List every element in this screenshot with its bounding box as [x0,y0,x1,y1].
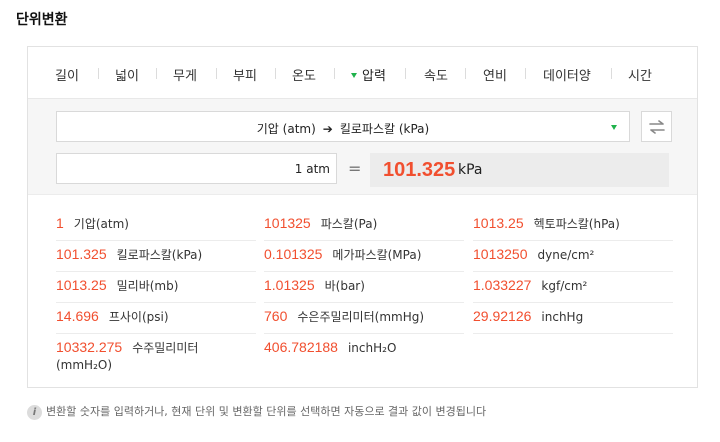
result-number: 1013.25 [56,277,107,293]
tab-time[interactable]: 시간 [628,65,652,84]
result-number: 760 [264,308,288,324]
result-number: 406.782188 [264,339,338,355]
result-unit-name: 바(bar) [324,279,365,293]
result-unit-name: 파스칼(Pa) [320,217,378,231]
tab-divider [525,68,526,79]
result-item: 10332.275 수주밀리미터 (mmH₂O) [56,339,198,372]
result-unit-name: 킬로파스칼(kPa) [116,248,203,262]
tab-divider [405,68,406,79]
result-unit: kPa [458,162,483,178]
result-unit-name: 메가파스칼(MPa) [332,248,422,262]
tab-divider [98,68,99,79]
swap-units-button[interactable] [641,111,672,142]
row-divider [264,333,464,334]
result-number: 1013250 [473,246,528,262]
row-divider [264,240,464,241]
result-unit-name: inchH₂O [347,341,397,355]
result-number: 1.033227 [473,277,532,293]
help-note-text: 변환할 숫자를 입력하거나, 현재 단위 및 변환할 단위를 선택하면 자동으로… [46,405,487,418]
page-title: 단위변환 [16,12,68,28]
tab-divider [611,68,612,79]
tab-pressure-label: 압력 [362,69,386,84]
result-item: 1 기압(atm) [56,215,129,232]
result-unit-name: 기압(atm) [73,217,129,231]
value-input[interactable]: 1 atm [56,153,337,184]
result-number: 29.92126 [473,308,532,324]
result-number: 10332.275 [56,339,123,355]
result-value: 101.325 [383,159,456,181]
row-divider [264,302,464,303]
tab-length[interactable]: 길이 [55,65,79,84]
row-divider [56,240,256,241]
conversion-panel: 기압 (atm) ➔ 킬로파스칼 (kPa) 1 atm = 101.325 kPa [28,99,697,195]
result-unit-name: 수주밀리미터 [132,341,199,355]
info-icon: i [27,405,42,420]
tab-divider [334,68,335,79]
unit-converter: 길이 넓이 무게 부피 온도 압력 속도 연비 데이터양 시간 기압 (atm)… [27,46,698,388]
result-item: 0.101325 메가파스칼(MPa) [264,246,421,263]
result-number: 1 [56,215,64,231]
result-number: 1013.25 [473,215,524,231]
tab-divider [216,68,217,79]
tab-divider [465,68,466,79]
row-divider [56,333,256,334]
tab-data-amount[interactable]: 데이터양 [543,65,591,84]
result-item: 1.033227 kgf/cm² [473,277,587,294]
result-item: 1013.25 헥토파스칼(hPa) [473,215,620,232]
tab-volume[interactable]: 부피 [233,65,257,84]
result-item: 1013.25 밀리바(mb) [56,277,178,294]
help-note: i 변환할 숫자를 입력하거나, 현재 단위 및 변환할 단위를 선택하면 자동으… [27,403,486,420]
result-unit-name: 수은주밀리미터(mmHg) [297,310,425,324]
input-unit: atm [306,162,330,176]
row-divider [473,333,673,334]
unit-category-tabs: 길이 넓이 무게 부피 온도 압력 속도 연비 데이터양 시간 [28,47,697,99]
result-item: 1.01325 바(bar) [264,277,365,294]
result-number: 101325 [264,215,311,231]
row-divider [56,302,256,303]
result-box: 101.325 kPa [370,153,669,187]
result-item: 1013250 dyne/cm² [473,246,594,263]
row-divider [473,240,673,241]
result-number: 0.101325 [264,246,323,262]
tab-speed[interactable]: 속도 [424,65,448,84]
tab-temperature[interactable]: 온도 [292,65,316,84]
result-unit-name: 밀리바(mb) [116,279,179,293]
tab-divider [275,68,276,79]
row-divider [264,271,464,272]
from-unit: 기압 (atm) [256,122,316,136]
result-item: 760 수은주밀리미터(mmHg) [264,308,424,325]
result-unit-name: kgf/cm² [541,279,588,293]
row-divider [473,271,673,272]
row-divider [473,302,673,303]
result-unit-name: dyne/cm² [537,248,595,262]
result-unit-name: 프사이(psi) [108,310,169,324]
result-number: 101.325 [56,246,107,262]
result-number: 14.696 [56,308,99,324]
result-item: 14.696 프사이(psi) [56,308,169,325]
swap-icon [649,120,665,134]
result-item: 406.782188 inchH₂O [264,339,396,356]
result-item: 29.92126 inchHg [473,308,583,325]
result-number: 1.01325 [264,277,315,293]
tab-fuel-efficiency[interactable]: 연비 [483,65,507,84]
input-value: 1 [294,162,303,176]
result-item: 101.325 킬로파스칼(kPa) [56,246,202,263]
equals-sign: = [348,159,362,178]
tab-pressure[interactable]: 압력 [351,65,386,84]
tab-area[interactable]: 넓이 [115,65,139,84]
value-input-text: 1 atm [295,162,330,176]
result-unit-name-line2: (mmH₂O) [56,358,113,372]
result-unit-name: 헥토파스칼(hPa) [533,217,620,231]
arrow-right-icon: ➔ [322,122,333,136]
to-unit: 킬로파스칼 (kPa) [339,122,430,136]
tab-divider [156,68,157,79]
selected-indicator-icon [351,73,357,78]
tab-weight[interactable]: 무게 [173,65,197,84]
chevron-down-icon [611,125,617,130]
row-divider [56,271,256,272]
result-unit-name: inchHg [541,310,584,324]
unit-pair-select[interactable]: 기압 (atm) ➔ 킬로파스칼 (kPa) [56,111,630,142]
result-item: 101325 파스칼(Pa) [264,215,377,232]
unit-pair-label: 기압 (atm) ➔ 킬로파스칼 (kPa) [57,120,629,137]
